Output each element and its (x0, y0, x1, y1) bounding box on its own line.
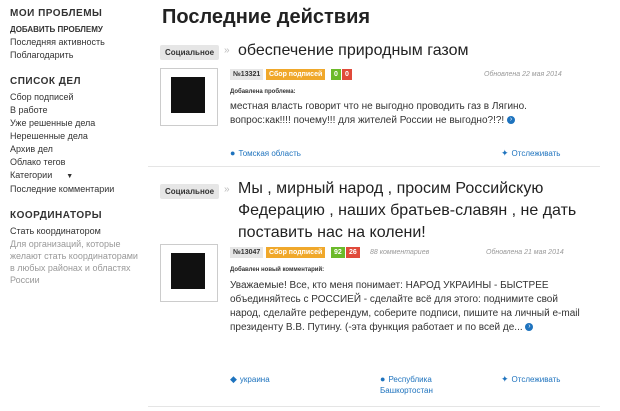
votes-down-badge: 26 (346, 247, 360, 258)
sidebar-heading-coordinators: Координаторы (10, 210, 103, 221)
activity-card: Социальное » обеспечение природным газом… (148, 40, 600, 167)
pushpin-icon: ✦ (501, 148, 509, 158)
location-link[interactable]: ● Томская область (230, 148, 301, 158)
updated-date: Обновлена 21 мая 2014 (486, 249, 564, 256)
problem-number[interactable]: №13047 (230, 247, 264, 258)
track-button[interactable]: ✦ Отслеживать (501, 374, 560, 385)
added-label: Добавлена проблема: (230, 89, 296, 95)
location-label: Республика Башкортостан (380, 375, 433, 395)
pushpin-icon: ✦ (501, 374, 509, 384)
sidebar-heading-my-problems: Мои проблемы (10, 8, 103, 19)
category-badge[interactable]: Социальное (160, 45, 220, 60)
problem-headline[interactable]: Мы , мирный народ , просим Российскую Фе… (238, 178, 594, 244)
votes-up-badge: 92 (331, 247, 345, 258)
tag-cloud-link[interactable]: Облако тегов (10, 156, 145, 169)
recent-comments-link[interactable]: Последние комментарии (10, 183, 145, 196)
location-label: украина (239, 375, 270, 384)
track-label: Отслеживать (511, 149, 561, 158)
location-link[interactable]: ◆ украина (230, 374, 270, 385)
track-button[interactable]: ✦ Отслеживать (501, 148, 560, 159)
card-text: Уважаемые! Все, кто меня понимает: НАРОД… (230, 279, 590, 335)
in-progress-link[interactable]: В работе (10, 104, 145, 117)
problem-thumbnail[interactable] (160, 244, 218, 302)
card-text-content: местная власть говорит что не выгодно пр… (230, 101, 527, 126)
categories-label: Категории (10, 170, 53, 180)
status-badge[interactable]: Сбор подписей (266, 247, 326, 258)
votes-up-badge: 0 (331, 69, 341, 80)
votes-down-badge: 0 (342, 69, 352, 80)
coordinator-note: Для организаций, которые желают стать ко… (10, 239, 138, 285)
card-text: местная власть говорит что не выгодно пр… (230, 100, 590, 128)
recent-activity-link[interactable]: Последняя активность (10, 36, 145, 49)
location-link[interactable]: ● Республика Башкортостан (380, 374, 470, 396)
thank-link[interactable]: Поблагодарить (10, 49, 145, 62)
added-label: Добавлен новый комментарий: (230, 267, 325, 273)
problem-thumbnail[interactable] (160, 68, 218, 126)
unsolved-link[interactable]: Нерешенные дела (10, 130, 145, 143)
archive-link[interactable]: Архив дел (10, 143, 145, 156)
signature-collection-link[interactable]: Сбор подписей (10, 91, 145, 104)
location-label: Томская область (238, 149, 301, 158)
sidebar: Мои проблемы добавить проблему Последняя… (10, 6, 145, 286)
tag-icon: ◆ (230, 374, 237, 384)
solved-link[interactable]: Уже решенные дела (10, 117, 145, 130)
map-pin-icon: ● (380, 374, 386, 384)
updated-date: Обновлена 22 мая 2014 (484, 71, 562, 78)
arrow-right-circle-icon[interactable]: › (506, 116, 515, 125)
problem-headline[interactable]: обеспечение природным газом (238, 40, 468, 62)
double-arrow-icon: » (224, 184, 230, 195)
add-problem-link[interactable]: добавить проблему (10, 23, 145, 36)
arrow-right-circle-icon[interactable]: › (525, 323, 534, 332)
status-badge[interactable]: Сбор подписей (266, 69, 326, 80)
map-pin-icon: ● (230, 148, 236, 158)
double-arrow-icon: » (224, 45, 230, 56)
chevron-down-icon: ▼ (66, 173, 74, 180)
page-title: Последние действия (162, 6, 371, 28)
sidebar-heading-task-list: Список дел (10, 76, 82, 87)
activity-card: Социальное » Мы , мирный народ , просим … (148, 176, 600, 407)
become-coordinator-link[interactable]: Стать координатором (10, 225, 145, 238)
categories-link[interactable]: Категории ▼ (10, 169, 145, 183)
category-badge[interactable]: Социальное (160, 184, 220, 199)
comments-count[interactable]: 88 комментариев (370, 249, 429, 256)
problem-number[interactable]: №13321 (230, 69, 264, 80)
track-label: Отслеживать (511, 375, 561, 384)
